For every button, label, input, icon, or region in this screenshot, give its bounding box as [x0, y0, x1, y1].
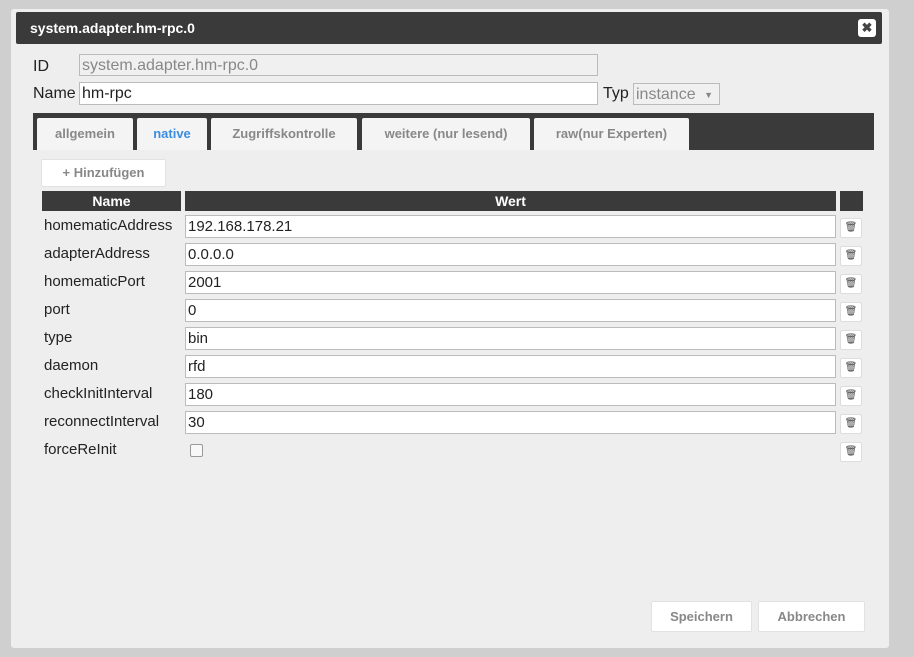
typ-label: Typ: [603, 85, 629, 102]
key-label: adapterAddress: [44, 245, 150, 262]
value-input[interactable]: 2001: [185, 271, 836, 294]
dialog: system.adapter.hm-rpc.0 ✖ ID system.adap…: [11, 9, 889, 648]
add-button[interactable]: + Hinzufügen: [41, 159, 166, 187]
tab-native[interactable]: native: [137, 118, 207, 150]
trash-icon[interactable]: 🗑: [840, 386, 862, 406]
header-wert: Wert: [185, 191, 836, 211]
name-field[interactable]: hm-rpc: [79, 82, 598, 105]
key-label: type: [44, 329, 73, 346]
value-checkbox[interactable]: [190, 444, 203, 457]
trash-icon[interactable]: 🗑: [840, 218, 862, 238]
tab-bar: allgemein native Zugriffskontrolle weite…: [33, 113, 874, 150]
key-label: homematicAddress: [44, 217, 173, 234]
chevron-down-icon: ▼: [704, 90, 713, 100]
trash-icon[interactable]: 🗑: [840, 330, 862, 350]
value-input[interactable]: 30: [185, 411, 836, 434]
value-input[interactable]: 192.168.178.21: [185, 215, 836, 238]
id-field[interactable]: system.adapter.hm-rpc.0: [79, 54, 598, 76]
trash-icon[interactable]: 🗑: [840, 274, 862, 294]
key-label: reconnectInterval: [44, 413, 160, 430]
key-label: forceReInit: [44, 441, 117, 458]
key-label: homematicPort: [44, 273, 145, 290]
trash-icon[interactable]: 🗑: [840, 442, 862, 462]
trash-icon[interactable]: 🗑: [840, 414, 862, 434]
save-button[interactable]: Speichern: [651, 601, 752, 632]
tab-weitere[interactable]: weitere (nur lesend): [362, 118, 530, 150]
close-icon[interactable]: ✖: [858, 19, 876, 37]
trash-icon[interactable]: 🗑: [840, 358, 862, 378]
value-input[interactable]: 0.0.0.0: [185, 243, 836, 266]
tab-zugriffskontrolle[interactable]: Zugriffskontrolle: [211, 118, 357, 150]
trash-icon[interactable]: 🗑: [840, 246, 862, 266]
trash-icon[interactable]: 🗑: [840, 302, 862, 322]
cancel-button[interactable]: Abbrechen: [758, 601, 865, 632]
id-label: ID: [33, 58, 49, 75]
value-input[interactable]: 180: [185, 383, 836, 406]
header-name: Name: [42, 191, 181, 211]
value-input[interactable]: rfd: [185, 355, 836, 378]
key-label: port: [44, 301, 70, 318]
tab-raw[interactable]: raw(nur Experten): [534, 118, 689, 150]
key-label: checkInitInterval: [44, 385, 153, 402]
typ-value: instance: [636, 86, 696, 103]
name-label: Name: [33, 85, 76, 102]
value-input[interactable]: bin: [185, 327, 836, 350]
tab-allgemein[interactable]: allgemein: [37, 118, 133, 150]
header-actions: [840, 191, 863, 211]
key-label: daemon: [44, 357, 99, 374]
dialog-title: system.adapter.hm-rpc.0: [30, 20, 195, 36]
typ-select[interactable]: instance ▼: [633, 83, 720, 105]
dialog-title-bar: system.adapter.hm-rpc.0 ✖: [16, 12, 882, 44]
value-input[interactable]: 0: [185, 299, 836, 322]
